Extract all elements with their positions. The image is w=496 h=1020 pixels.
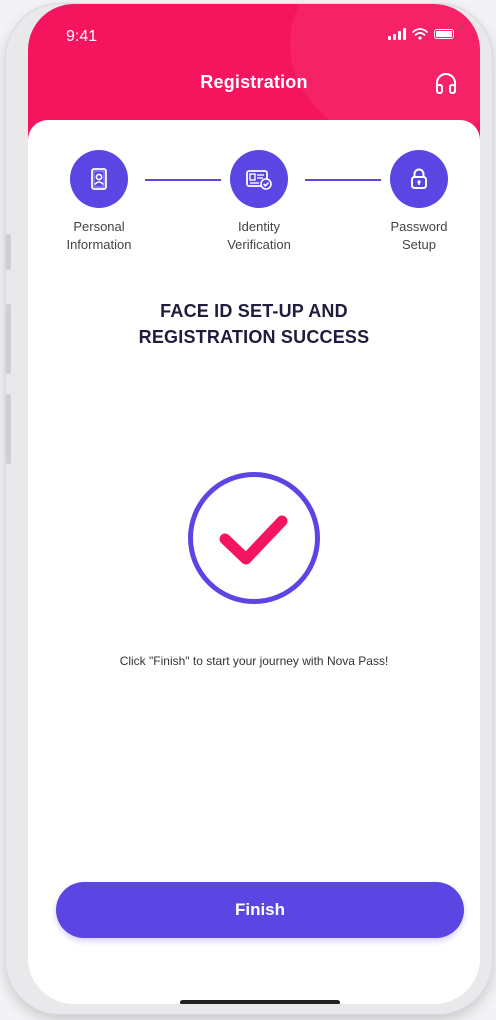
app-screen: 9:41 Registration Personal Information I… — [28, 4, 480, 1004]
wifi-icon — [412, 28, 428, 40]
step-label-line: Identity — [238, 219, 280, 234]
step-label-line: Password — [390, 219, 448, 234]
heading-line: REGISTRATION SUCCESS — [138, 327, 370, 347]
phone-frame: 9:41 Registration Personal Information I… — [6, 4, 492, 1014]
document-person-icon — [91, 168, 107, 190]
step-label-line: Setup — [402, 237, 436, 252]
step-identity-verification — [230, 150, 288, 208]
step-label-line: Verification — [227, 237, 291, 252]
battery-icon — [434, 29, 454, 39]
finish-button[interactable]: Finish — [56, 882, 464, 938]
step-label-password: Password Setup — [364, 218, 474, 254]
status-time: 9:41 — [66, 28, 98, 45]
lock-icon — [411, 168, 427, 189]
page-title: Registration — [200, 72, 308, 92]
side-button — [6, 304, 11, 374]
signal-icon — [388, 28, 406, 40]
home-indicator — [180, 1000, 340, 1004]
success-badge — [188, 472, 320, 604]
status-icons — [388, 28, 454, 40]
step-connector — [305, 179, 381, 181]
success-message: Click "Finish" to start your journey wit… — [119, 654, 389, 668]
step-label-line: Personal — [73, 219, 125, 234]
headset-icon[interactable] — [432, 70, 460, 98]
step-personal-information — [70, 150, 128, 208]
heading-line: FACE ID SET-UP AND — [160, 301, 348, 321]
success-heading: FACE ID SET-UP AND REGISTRATION SUCCESS — [28, 298, 480, 350]
side-button — [6, 394, 11, 464]
checkmark-icon — [219, 515, 288, 565]
id-card-check-icon — [246, 170, 272, 190]
step-password-setup — [390, 150, 448, 208]
step-label-identity: Identity Verification — [204, 218, 314, 254]
side-button — [6, 234, 11, 270]
content-card: Personal Information Identity Verificati… — [28, 120, 480, 1004]
step-label-personal: Personal Information — [44, 218, 154, 254]
step-label-line: Information — [66, 237, 132, 252]
step-connector — [145, 179, 221, 181]
